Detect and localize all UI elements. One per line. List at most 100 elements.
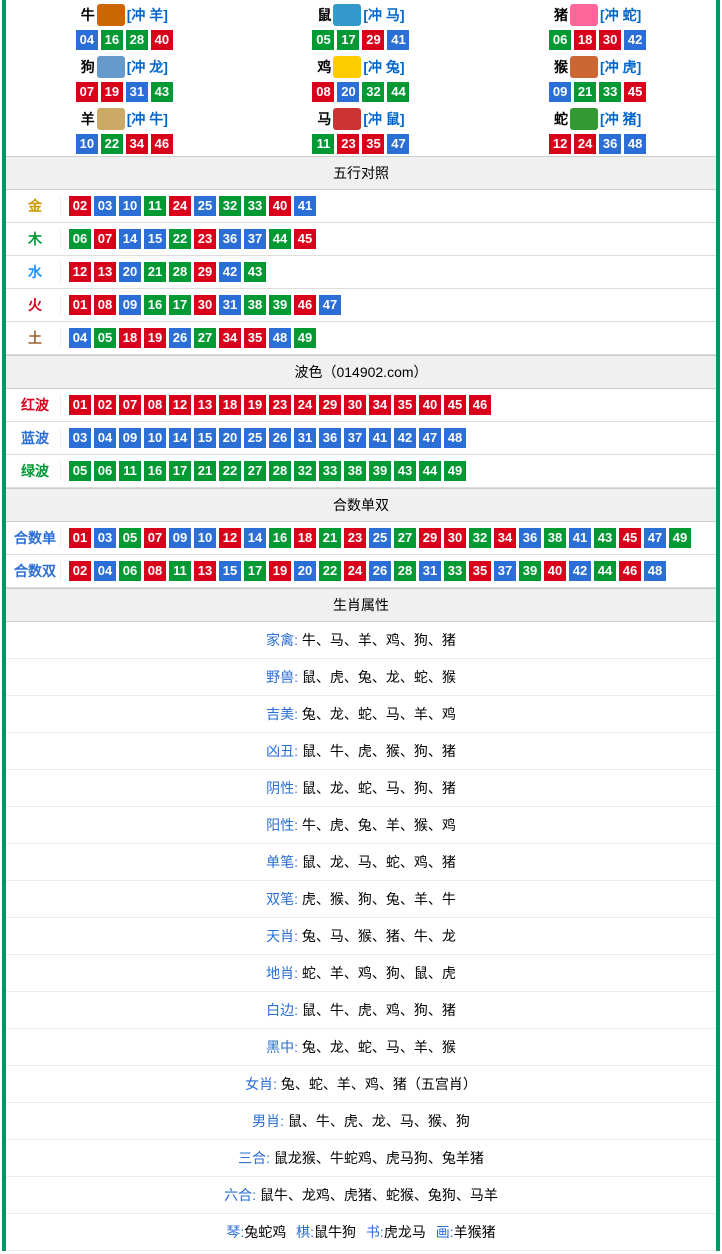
attr-label: 双笔: — [266, 891, 298, 907]
number-ball: 02 — [69, 196, 91, 216]
zodiac-name: 马 — [317, 109, 331, 129]
number-ball: 40 — [419, 395, 441, 415]
number-ball: 12 — [219, 528, 241, 548]
number-ball: 24 — [169, 196, 191, 216]
number-ball: 15 — [144, 229, 166, 249]
number-ball: 36 — [519, 528, 541, 548]
number-ball: 38 — [244, 295, 266, 315]
attr-row: 天肖: 兔、马、猴、猪、牛、龙 — [6, 918, 716, 955]
number-ball: 11 — [312, 134, 334, 154]
attr-value: 鼠、牛、虎、猴、狗、猪 — [302, 743, 456, 759]
attr-row: 单笔: 鼠、龙、马、蛇、鸡、猪 — [6, 844, 716, 881]
attr-row: 阴性: 鼠、龙、蛇、马、狗、猪 — [6, 770, 716, 807]
number-ball: 02 — [69, 561, 91, 581]
attr-value: 鼠、牛、虎、龙、马、猴、狗 — [288, 1113, 470, 1129]
number-ball: 17 — [337, 30, 359, 50]
attr-label: 单笔: — [266, 854, 298, 870]
number-row: 土 04051819262734354849 — [6, 322, 716, 355]
number-ball: 36 — [599, 134, 621, 154]
number-ball: 29 — [194, 262, 216, 282]
number-ball: 05 — [119, 528, 141, 548]
attr-value: 鼠、牛、虎、鸡、狗、猪 — [302, 1002, 456, 1018]
attr-row: 地肖: 蛇、羊、鸡、狗、鼠、虎 — [6, 955, 716, 992]
number-ball: 43 — [244, 262, 266, 282]
number-ball: 28 — [169, 262, 191, 282]
number-ball: 16 — [144, 295, 166, 315]
zodiac-name: 猪 — [554, 5, 568, 25]
number-ball: 07 — [119, 395, 141, 415]
number-ball: 18 — [574, 30, 596, 50]
zodiac-clash: [冲 鼠] — [363, 109, 404, 129]
zodiac-cell: 羊 [冲 牛] 10223446 — [6, 104, 243, 156]
attr-label: 黑中: — [266, 1039, 298, 1055]
zodiac-clash: [冲 兔] — [363, 57, 404, 77]
number-ball: 31 — [294, 428, 316, 448]
number-ball: 17 — [169, 295, 191, 315]
number-ball: 35 — [394, 395, 416, 415]
attr-label: 野兽: — [266, 669, 298, 685]
row-label: 水 — [10, 262, 60, 282]
number-ball: 04 — [76, 30, 98, 50]
number-ball: 10 — [144, 428, 166, 448]
number-ball: 37 — [244, 229, 266, 249]
number-ball: 33 — [599, 82, 621, 102]
attr-head: 生肖属性 — [6, 588, 716, 622]
number-ball: 46 — [619, 561, 641, 581]
row-label: 合数双 — [10, 561, 60, 581]
zodiac-cell: 蛇 [冲 猪] 12243648 — [479, 104, 716, 156]
zodiac-clash: [冲 牛] — [127, 109, 168, 129]
number-ball: 09 — [549, 82, 571, 102]
attr-value: 鼠龙猴、牛蛇鸡、虎马狗、兔羊猪 — [274, 1150, 484, 1166]
number-ball: 31 — [219, 295, 241, 315]
number-ball: 29 — [319, 395, 341, 415]
number-ball: 43 — [594, 528, 616, 548]
zodiac-icon — [570, 4, 598, 26]
attr-row: 六合: 鼠牛、龙鸡、虎猪、蛇猴、兔狗、马羊 — [6, 1177, 716, 1214]
row-label: 红波 — [10, 395, 60, 415]
zodiac-icon — [97, 56, 125, 78]
attr-label: 阳性: — [266, 817, 298, 833]
number-ball: 48 — [444, 428, 466, 448]
number-ball: 38 — [344, 461, 366, 481]
number-ball: 28 — [126, 30, 148, 50]
instrument-label: 画: — [436, 1224, 454, 1240]
number-ball: 41 — [569, 528, 591, 548]
number-row: 红波 0102070812131819232429303435404546 — [6, 389, 716, 422]
number-ball: 17 — [244, 561, 266, 581]
number-ball: 10 — [76, 134, 98, 154]
number-ball: 09 — [119, 295, 141, 315]
number-ball: 07 — [76, 82, 98, 102]
attr-value: 鼠、龙、马、蛇、鸡、猪 — [302, 854, 456, 870]
number-ball: 04 — [94, 428, 116, 448]
zodiac-name: 羊 — [81, 109, 95, 129]
number-ball: 19 — [144, 328, 166, 348]
zodiac-cell: 鼠 [冲 马] 05172941 — [243, 0, 480, 52]
number-ball: 16 — [144, 461, 166, 481]
number-ball: 30 — [444, 528, 466, 548]
number-ball: 48 — [624, 134, 646, 154]
wuxing-head: 五行对照 — [6, 156, 716, 190]
zodiac-cell: 鸡 [冲 兔] 08203244 — [243, 52, 480, 104]
number-ball: 06 — [94, 461, 116, 481]
instrument-value: 兔蛇鸡 — [244, 1224, 286, 1240]
number-ball: 33 — [444, 561, 466, 581]
number-ball: 23 — [269, 395, 291, 415]
zodiac-cell: 猴 [冲 虎] 09213345 — [479, 52, 716, 104]
number-ball: 05 — [312, 30, 334, 50]
attr-label: 吉美: — [266, 706, 298, 722]
number-ball: 36 — [319, 428, 341, 448]
zodiac-clash: [冲 马] — [363, 5, 404, 25]
number-ball: 22 — [169, 229, 191, 249]
number-ball: 37 — [344, 428, 366, 448]
attr-label: 女肖: — [245, 1076, 277, 1092]
zodiac-cell: 猪 [冲 蛇] 06183042 — [479, 0, 716, 52]
number-ball: 10 — [119, 196, 141, 216]
number-ball: 25 — [244, 428, 266, 448]
number-ball: 04 — [69, 328, 91, 348]
number-ball: 40 — [269, 196, 291, 216]
number-ball: 35 — [362, 134, 384, 154]
attr-value: 兔、龙、蛇、马、羊、鸡 — [302, 706, 456, 722]
number-ball: 44 — [387, 82, 409, 102]
number-ball: 14 — [119, 229, 141, 249]
number-ball: 24 — [574, 134, 596, 154]
